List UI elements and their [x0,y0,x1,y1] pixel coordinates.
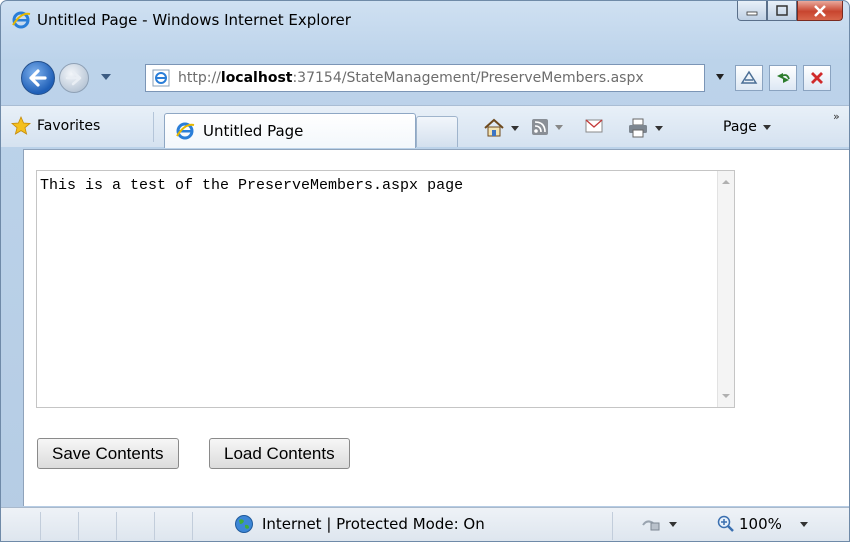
status-cell [41,512,79,540]
refresh-button[interactable] [769,65,797,91]
contents-textarea[interactable]: This is a test of the PreserveMembers.as… [37,171,717,407]
zoom-icon [717,515,734,532]
favorites-button[interactable]: Favorites [11,116,100,136]
refresh-icon [777,73,790,83]
page-menu-label: Page [723,119,757,135]
compatibility-view-icon [740,70,758,84]
tab-title: Untitled Page [203,122,304,140]
security-zone[interactable]: Internet | Protected Mode: On [234,514,485,534]
print-button[interactable] [627,118,663,138]
status-cell [117,512,155,540]
feeds-button[interactable] [531,118,563,136]
ie-page-icon [152,69,170,87]
stop-button[interactable] [803,65,831,91]
ie-logo-icon [176,122,195,140]
recent-pages-dropdown-icon[interactable] [99,71,113,83]
address-url[interactable]: http://localhost:37154/StateManagement/P… [178,70,644,86]
minimize-icon [746,11,758,15]
star-icon [11,116,31,135]
maximize-button[interactable] [767,1,797,21]
page-menu-dropdown-icon [762,124,771,130]
status-cell [1,512,41,540]
url-rest: :37154/StateManagement/PreserveMembers.a… [292,70,644,86]
status-cell [155,512,193,540]
compatibility-view-button[interactable] [735,65,763,91]
home-icon [484,118,504,137]
favorites-divider [153,112,154,142]
ie-logo-icon [12,11,31,29]
save-contents-button[interactable]: Save Contents [37,438,179,469]
minimize-button[interactable] [737,1,767,21]
forward-arrow-icon [65,70,82,86]
load-contents-button[interactable]: Load Contents [209,438,350,469]
zoom-dropdown-icon [799,521,808,527]
textarea-scrollbar[interactable] [717,171,734,407]
scroll-up-icon[interactable] [722,180,730,184]
globe-icon [235,515,253,533]
status-bar: Internet | Protected Mode: On 100% [1,507,849,541]
title-bar: Untitled Page - Windows Internet Explore… [1,1,849,39]
home-button[interactable] [483,118,519,138]
feeds-dropdown-icon [555,124,563,130]
address-dropdown-icon[interactable] [713,71,727,83]
feeds-icon [532,119,548,135]
status-cell [79,512,117,540]
read-mail-button[interactable] [585,118,603,134]
security-lock-icon [642,520,660,531]
url-prefix: http:// [178,70,221,86]
home-dropdown-icon [511,125,519,131]
favorites-bar: Favorites Untitled Page Page » [1,105,849,148]
back-button[interactable] [21,61,55,95]
security-dropdown-icon [669,521,677,527]
forward-button[interactable] [59,63,89,93]
mail-icon [585,119,603,133]
zoom-control[interactable]: 100% [717,515,808,533]
toolbar-overflow-icon[interactable]: » [833,110,840,123]
security-zone-text: Internet | Protected Mode: On [262,515,485,533]
browser-window: Untitled Page - Windows Internet Explore… [0,0,850,542]
window-controls [737,1,843,23]
close-button[interactable] [797,1,843,21]
window-title: Untitled Page - Windows Internet Explore… [37,11,351,29]
tab-untitled-page[interactable]: Untitled Page [164,113,416,148]
stop-icon [811,72,823,84]
new-tab-button[interactable] [416,116,458,147]
back-arrow-icon [29,69,47,87]
maximize-icon [776,4,788,16]
protected-mode-button[interactable] [641,515,677,533]
page-menu[interactable]: Page [723,119,771,135]
favorites-label: Favorites [37,118,101,134]
address-bar[interactable]: http://localhost:37154/StateManagement/P… [145,64,705,92]
print-dropdown-icon [655,125,663,131]
scroll-down-icon[interactable] [722,394,730,398]
url-host: localhost [220,70,293,86]
print-icon [629,118,647,138]
zoom-level: 100% [739,515,782,533]
close-icon [814,4,826,17]
contents-textarea-container: This is a test of the PreserveMembers.as… [36,170,735,408]
page-content: This is a test of the PreserveMembers.as… [23,149,849,506]
